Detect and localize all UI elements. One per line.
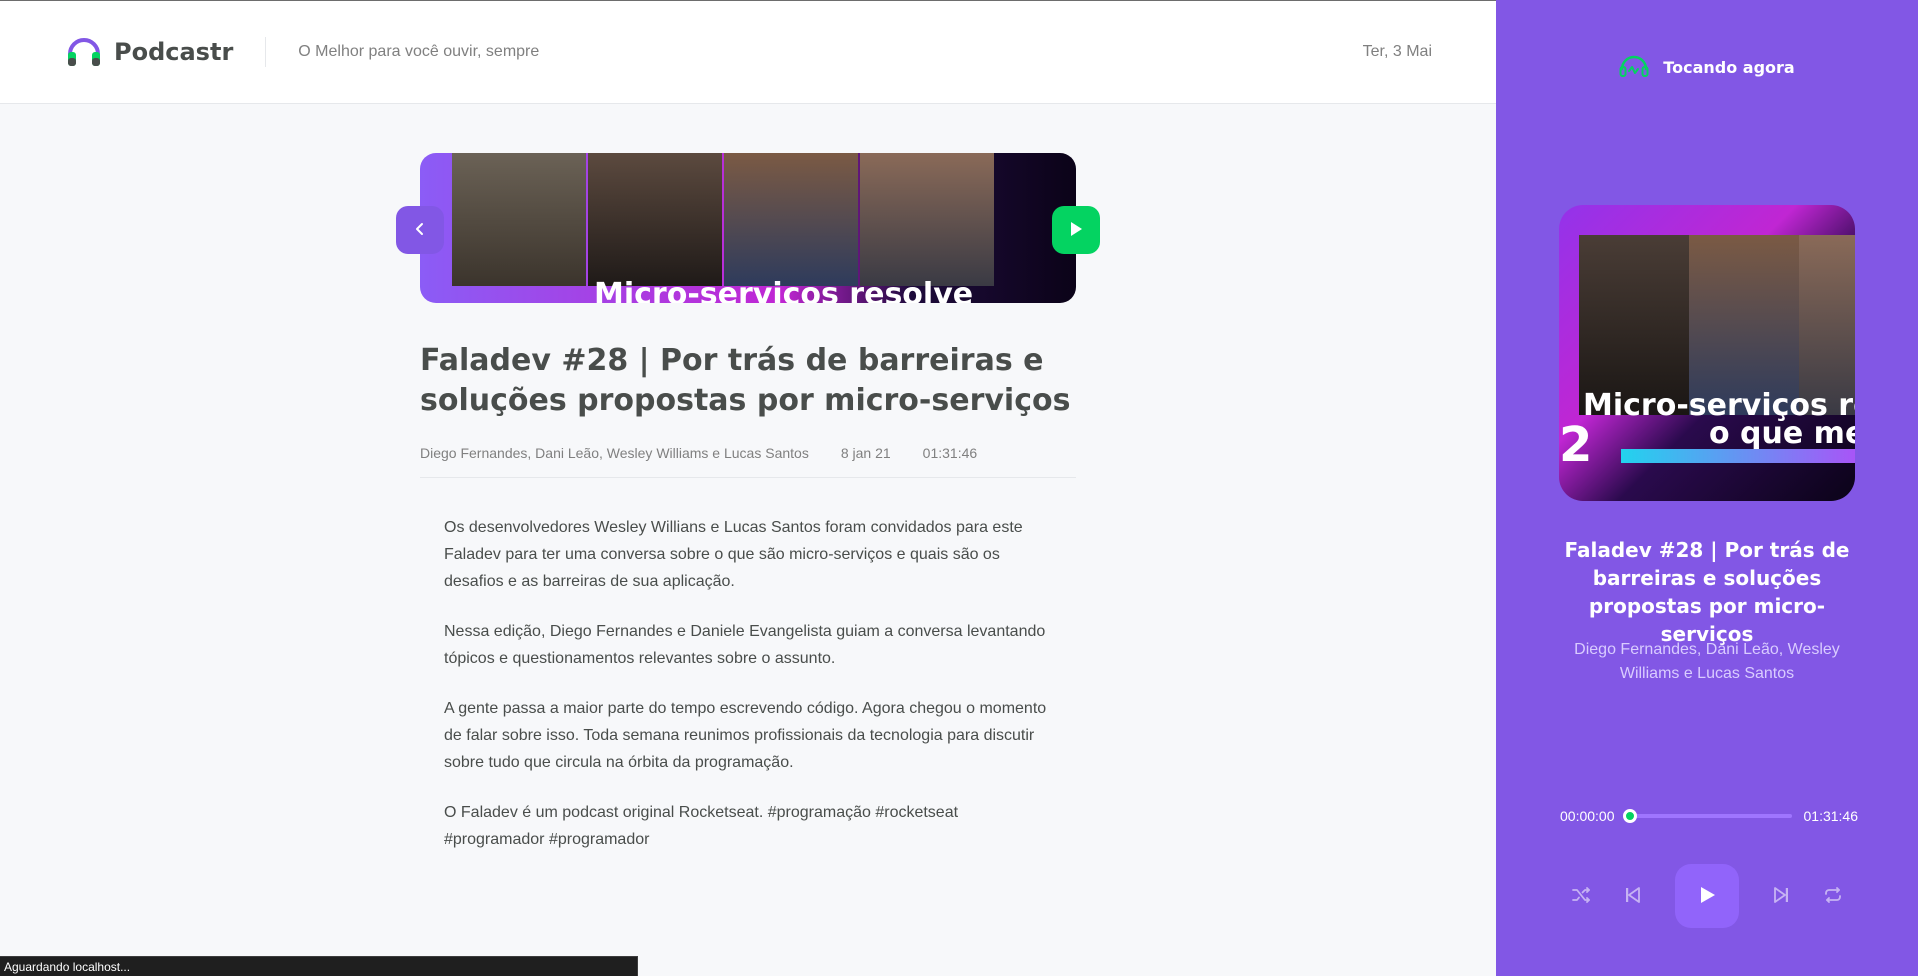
app-name: Podcastr: [114, 38, 234, 66]
episode-page: Micro-serviços resolve Faladev #28 | Por…: [396, 153, 1100, 876]
now-playing-title: Faladev #28 | Por trás de barreiras e so…: [1564, 538, 1850, 646]
player-sidebar: Tocando agora Micro-serviços re o que me…: [1496, 0, 1918, 976]
skip-next-icon: [1771, 885, 1791, 908]
header: Podcastr O Melhor para você ouvir, sempr…: [0, 0, 1496, 104]
thumbnail-person-2: [588, 153, 722, 286]
logo[interactable]: Podcastr: [64, 30, 233, 75]
cover-stripe: [1621, 449, 1855, 463]
browser-status-bar: Aguardando localhost...: [0, 956, 638, 976]
now-playing-members: Diego Fernandes, Dani Leão, Wesley Willi…: [1574, 641, 1840, 682]
episode-meta: Diego Fernandes, Dani Leão, Wesley Willi…: [420, 445, 1076, 478]
cover-number: 2: [1559, 417, 1593, 473]
description-paragraph: Nessa edição, Diego Fernandes e Daniele …: [444, 623, 1046, 667]
episode-thumbnail: Micro-serviços resolve: [420, 153, 1076, 303]
current-time: 00:00:00: [1560, 808, 1615, 824]
header-divider: [265, 37, 267, 67]
thumbnail-person-1: [452, 153, 586, 286]
play-icon: [1067, 220, 1085, 241]
player-controls: [1496, 864, 1918, 928]
progress-handle[interactable]: [1622, 809, 1637, 823]
next-button[interactable]: [1757, 872, 1805, 920]
main-area: Podcastr O Melhor para você ouvir, sempr…: [0, 0, 1496, 976]
chevron-left-icon: [412, 221, 428, 240]
progress-section: 00:00:00 01:31:46: [1560, 808, 1858, 824]
episode-members: Diego Fernandes, Dani Leão, Wesley Willi…: [420, 445, 809, 461]
tagline: O Melhor para você ouvir, sempre: [298, 43, 540, 60]
back-button[interactable]: [396, 206, 444, 254]
thumbnail-person-4: [860, 153, 994, 286]
total-time: 01:31:46: [1803, 808, 1859, 824]
now-playing-label: Tocando agora: [1663, 58, 1795, 77]
play-button[interactable]: [1675, 864, 1739, 928]
episode-description: Os desenvolvedores Wesley Willians e Luc…: [420, 514, 1076, 853]
repeat-button[interactable]: [1809, 872, 1857, 920]
episode-title: Faladev #28 | Por trás de barreiras e so…: [420, 343, 1071, 418]
description-paragraph: O Faladev é um podcast original Rocketse…: [444, 804, 959, 848]
play-episode-button[interactable]: [1052, 206, 1100, 254]
shuffle-icon: [1570, 884, 1592, 909]
previous-button[interactable]: [1609, 872, 1657, 920]
play-icon: [1696, 884, 1718, 909]
now-playing-cover: Micro-serviços re o que me 2: [1559, 205, 1855, 501]
episode-duration: 01:31:46: [922, 445, 978, 461]
current-date: Ter, 3 Mai: [1362, 43, 1432, 60]
app: Podcastr O Melhor para você ouvir, sempr…: [0, 0, 1918, 976]
episode-thumbnail-container: Micro-serviços resolve: [396, 153, 1100, 303]
headphones-icon: [64, 30, 104, 75]
thumbnail-banner-text: Micro-serviços resolve: [594, 281, 974, 303]
skip-previous-icon: [1623, 885, 1643, 908]
episode-date: 8 jan 21: [840, 445, 891, 461]
description-paragraph: A gente passa a maior parte do tempo esc…: [444, 700, 1047, 771]
thumbnail-person-3: [724, 153, 858, 286]
player-header: Tocando agora: [1496, 52, 1918, 83]
description-paragraph: Os desenvolvedores Wesley Willians e Luc…: [444, 519, 1023, 590]
repeat-icon: [1822, 884, 1844, 909]
cover-text-line-2: o que me: [1709, 416, 1855, 451]
progress-slider[interactable]: [1622, 809, 1792, 823]
shuffle-button[interactable]: [1557, 872, 1605, 920]
headphones-icon: [1619, 52, 1649, 83]
